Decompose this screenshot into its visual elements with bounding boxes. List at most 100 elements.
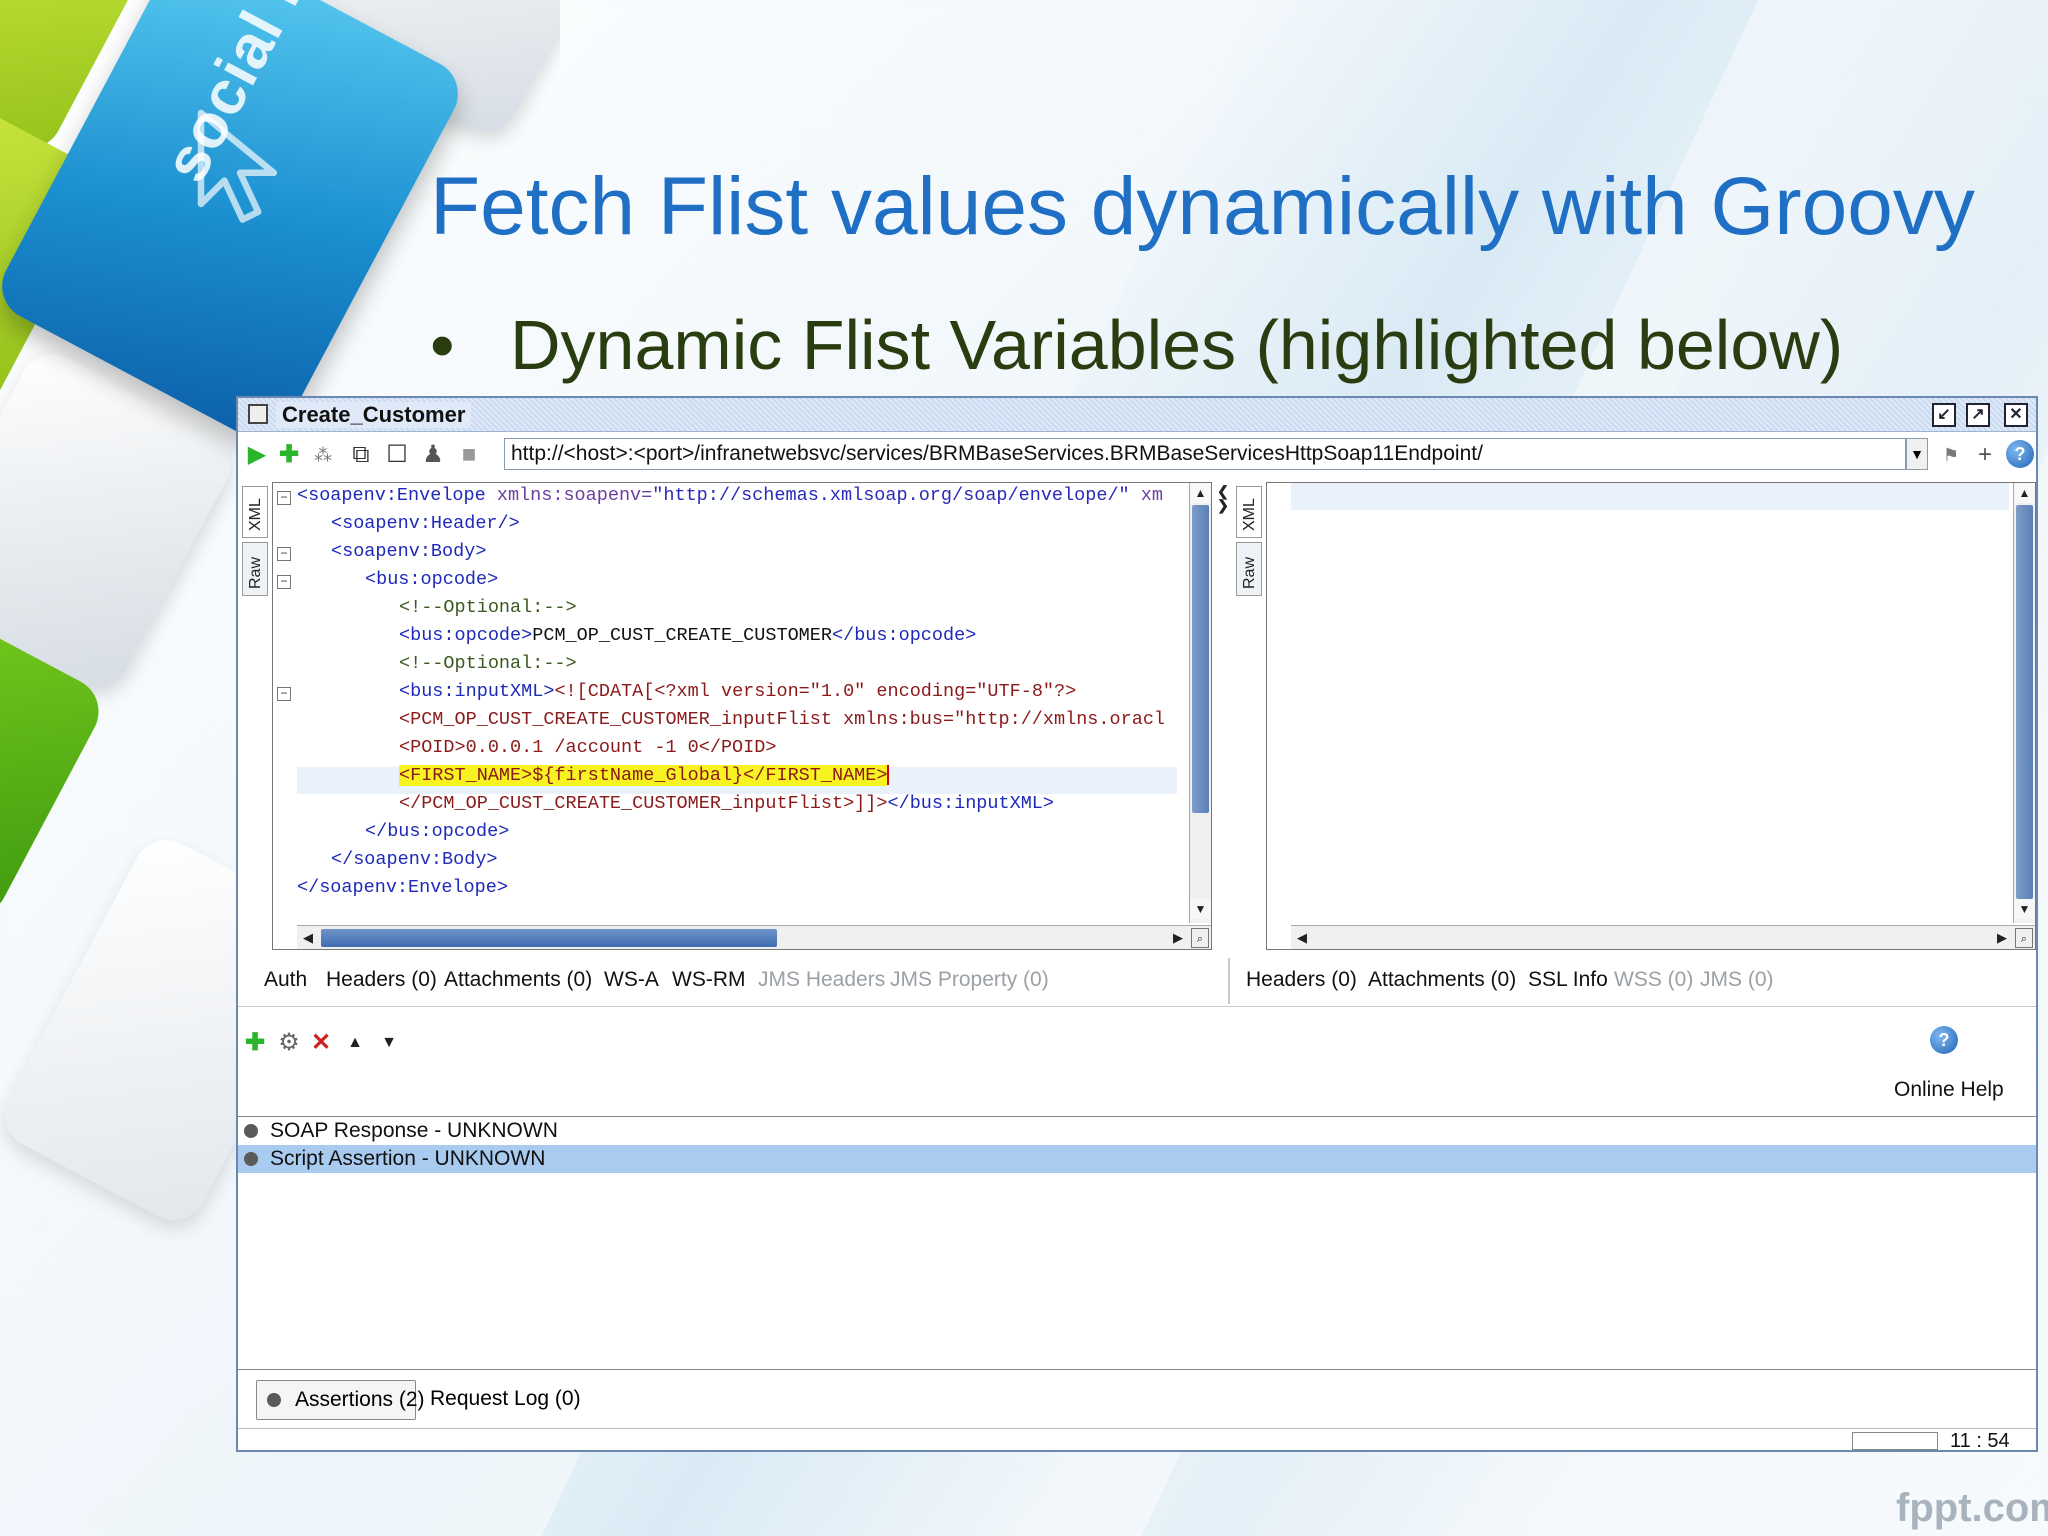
divider xyxy=(238,1006,2036,1007)
close-icon[interactable]: ✕ xyxy=(2004,403,2028,427)
scroll-right-icon[interactable]: ▶ xyxy=(1993,928,2011,948)
slide-bullet: • Dynamic Flist Variables (highlighted be… xyxy=(430,305,1843,385)
list-item-selected[interactable]: Script Assertion - UNKNOWN xyxy=(238,1145,2036,1173)
code-line: </PCM_OP_CUST_CREATE_CUSTOMER_inputFlist… xyxy=(399,793,1055,814)
maximize-icon[interactable]: ↗ xyxy=(1966,403,1990,427)
fold-icon[interactable]: − xyxy=(277,547,291,561)
clone-request-icon[interactable]: ⧉ xyxy=(348,442,374,468)
scrollbar-thumb[interactable] xyxy=(2016,505,2033,899)
code-line: <PCM_OP_CUST_CREATE_CUSTOMER_inputFlist … xyxy=(399,709,1166,730)
minimize-icon[interactable]: ↙ xyxy=(1932,403,1956,427)
scrollbar-thumb[interactable] xyxy=(1192,505,1209,813)
horizontal-scrollbar[interactable]: ◀ ▶ ⌕ xyxy=(297,925,1211,949)
tab-jms: JMS (0) xyxy=(1700,968,1774,991)
tab-jms-property: JMS Property (0) xyxy=(890,968,1049,991)
create-empty-request-icon[interactable]: ⁂ xyxy=(310,442,336,468)
add-icon[interactable]: ✚ xyxy=(276,442,302,468)
remove-assertion-icon[interactable]: ✕ xyxy=(308,1030,334,1056)
request-window: Create_Customer ↙ ↗ ✕ ▶ ✚ ⁂ ⧉ ☐ ♟ ■ http… xyxy=(236,396,2038,1452)
tab-ssl-info[interactable]: SSL Info xyxy=(1528,968,1608,992)
scroll-left-icon[interactable]: ◀ xyxy=(299,928,317,948)
code-line-highlighted: <FIRST_NAME>${firstName_Global}</FIRST_N… xyxy=(297,763,890,789)
bullet-text: Dynamic Flist Variables (highlighted bel… xyxy=(510,306,1844,384)
code-line: <bus:opcode>PCM_OP_CUST_CREATE_CUSTOMER<… xyxy=(399,625,977,646)
status-dot-icon xyxy=(244,1152,258,1166)
assertion-label: Script Assertion - UNKNOWN xyxy=(270,1147,546,1170)
vertical-scrollbar[interactable]: ▲ ▼ xyxy=(2013,483,2035,923)
text-caret xyxy=(887,765,890,786)
code-line: <bus:inputXML><![CDATA[<?xml version="1.… xyxy=(399,681,1077,702)
tab-ws-a[interactable]: WS-A xyxy=(604,968,659,992)
move-down-icon[interactable]: ▼ xyxy=(376,1030,402,1056)
zoom-icon[interactable]: ⌕ xyxy=(2015,928,2033,948)
code-line: <!--Optional:--> xyxy=(399,653,577,674)
code-line: </soapenv:Envelope> xyxy=(297,877,508,898)
request-xml-editor[interactable]: − − − − <soapenv:Envelope xmlns:soapenv=… xyxy=(272,482,1212,950)
status-dot-icon xyxy=(267,1393,281,1407)
stop-icon[interactable]: ☐ xyxy=(384,442,410,468)
edit-endpoint-icon[interactable]: ⚑ xyxy=(1938,442,1964,468)
soap-request-icon xyxy=(248,404,268,424)
scroll-right-icon[interactable]: ▶ xyxy=(1169,928,1187,948)
status-dot-icon xyxy=(244,1124,258,1138)
user-icon[interactable]: ♟ xyxy=(420,442,446,468)
scrollbar-thumb[interactable] xyxy=(321,929,777,947)
assertions-toolbar: ✚ ⚙ ✕ ▲ ▼ ? xyxy=(238,1014,2036,1074)
tab-assertions[interactable]: Assertions (2) xyxy=(256,1380,425,1420)
current-line-highlight xyxy=(1291,483,2009,510)
code-line: <bus:opcode> xyxy=(365,569,499,590)
help-icon[interactable]: ? xyxy=(2006,440,2034,468)
run-icon[interactable]: ▶ xyxy=(244,442,270,468)
gear-icon[interactable]: ⚙ xyxy=(276,1030,302,1056)
horizontal-scrollbar[interactable]: ◀ ▶ ⌕ xyxy=(1291,925,2035,949)
fold-icon[interactable]: − xyxy=(277,491,291,505)
scroll-up-icon[interactable]: ▲ xyxy=(1190,483,1211,503)
fold-icon[interactable]: − xyxy=(277,687,291,701)
move-up-icon[interactable]: ▲ xyxy=(342,1030,368,1056)
tab-request-log[interactable]: Request Log (0) xyxy=(430,1380,581,1420)
online-help-link[interactable]: Online Help xyxy=(1894,1078,2004,1102)
tab-raw[interactable]: Raw xyxy=(242,542,268,596)
add-assertion-icon[interactable]: ✚ xyxy=(242,1030,268,1056)
fold-icon[interactable]: − xyxy=(277,575,291,589)
vertical-scrollbar[interactable]: ▲ ▼ xyxy=(1189,483,1211,923)
plus-icon[interactable]: + xyxy=(1972,442,1998,468)
tab-xml[interactable]: XML xyxy=(1236,486,1262,538)
tab-auth[interactable]: Auth xyxy=(264,968,307,992)
tab-raw[interactable]: Raw xyxy=(1236,542,1262,596)
list-item[interactable]: SOAP Response - UNKNOWN xyxy=(238,1117,2036,1145)
code-line: <!--Optional:--> xyxy=(399,597,577,618)
code-line: <POID>0.0.0.1 /account -1 0</POID> xyxy=(399,737,777,758)
request-toolbar: ▶ ✚ ⁂ ⧉ ☐ ♟ ■ http://<host>:<port>/infra… xyxy=(238,434,2036,476)
request-subtabs: Auth Headers (0) Attachments (0) WS-A WS… xyxy=(238,962,1226,1002)
status-bar: 11 : 54 xyxy=(238,1428,2036,1452)
cancel-request-icon[interactable]: ■ xyxy=(456,442,482,468)
scroll-down-icon[interactable]: ▼ xyxy=(1190,899,1211,919)
tab-jms-headers: JMS Headers xyxy=(758,968,886,991)
dynamic-variable-highlight: <FIRST_NAME>${firstName_Global}</FIRST_N… xyxy=(399,765,888,786)
scroll-down-icon[interactable]: ▼ xyxy=(2014,899,2035,919)
scroll-up-icon[interactable]: ▲ xyxy=(2014,483,2035,503)
tab-xml[interactable]: XML xyxy=(242,486,268,538)
code-line: </soapenv:Body> xyxy=(331,849,498,870)
watermark: fppt.com xyxy=(1896,1486,2048,1530)
endpoint-dropdown-icon[interactable]: ▼ xyxy=(1906,438,1928,470)
tab-attachments[interactable]: Attachments (0) xyxy=(1368,968,1516,992)
tab-ws-rm[interactable]: WS-RM xyxy=(672,968,745,992)
bullet-dot: • xyxy=(430,306,455,384)
zoom-icon[interactable]: ⌕ xyxy=(1191,928,1209,948)
code-line: <soapenv:Header/> xyxy=(331,513,520,534)
code-line: <soapenv:Envelope xmlns:soapenv="http://… xyxy=(297,485,1163,506)
bottom-tabs: Assertions (2) Request Log (0) xyxy=(238,1376,2036,1422)
scroll-left-icon[interactable]: ◀ xyxy=(1293,928,1311,948)
assertion-list: SOAP Response - UNKNOWN Script Assertion… xyxy=(238,1116,2036,1370)
cursor-position: 11 : 54 xyxy=(1950,1430,2010,1452)
split-toggle-icon[interactable]: ❮ ❯ xyxy=(1214,484,1232,512)
endpoint-url-input[interactable]: http://<host>:<port>/infranetwebsvc/serv… xyxy=(504,438,1906,470)
tab-attachments[interactable]: Attachments (0) xyxy=(444,968,592,992)
tab-headers[interactable]: Headers (0) xyxy=(1246,968,1357,992)
response-xml-editor[interactable]: ▲ ▼ ◀ ▶ ⌕ xyxy=(1266,482,2036,950)
online-help-icon[interactable]: ? xyxy=(1930,1026,1958,1054)
tab-headers[interactable]: Headers (0) xyxy=(326,968,437,992)
code-line: </bus:opcode> xyxy=(365,821,510,842)
